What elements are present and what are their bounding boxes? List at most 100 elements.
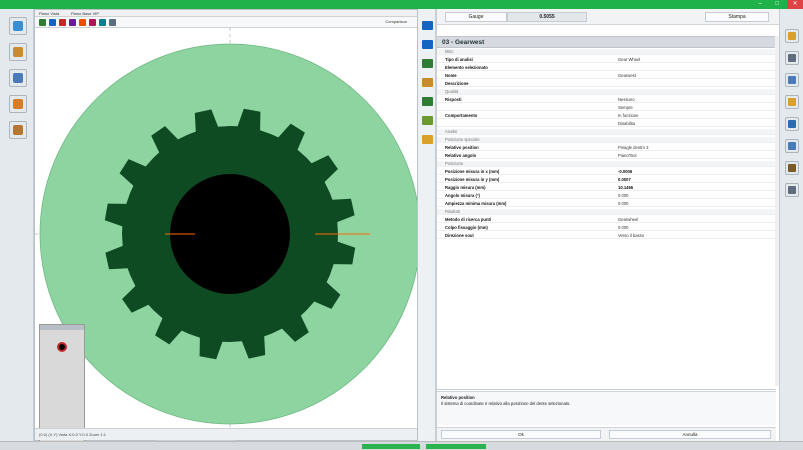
property-value[interactable]: 10.1466 (618, 185, 633, 191)
property-row[interactable]: Comportamento In funzione (437, 113, 776, 119)
description-title: Relativo position (441, 395, 475, 400)
property-row[interactable]: Raggio misura (mm) 10.1466 (437, 185, 776, 191)
arrow-right-icon[interactable] (422, 21, 433, 30)
taskbar-item[interactable] (362, 444, 420, 449)
property-value[interactable]: Sempre (618, 105, 633, 111)
folder-open-icon-glyph (788, 98, 796, 106)
bar-icon[interactable] (422, 116, 433, 125)
property-row[interactable]: Ampiezza minima misura (mm) 0.000 (437, 201, 776, 207)
arrow-left-icon[interactable] (422, 40, 433, 49)
folder-open-icon[interactable] (785, 95, 799, 109)
property-value[interactable]: Nessuno (618, 97, 635, 103)
tab-piano-base[interactable]: Piano Base VIP (71, 11, 99, 16)
folder-icon[interactable] (422, 135, 433, 144)
scatter-icon-glyph (788, 142, 796, 150)
property-row[interactable]: Elemento selezionato (437, 65, 776, 71)
property-row[interactable]: Sempre (437, 105, 776, 111)
gear-canvas[interactable] (35, 28, 421, 442)
property-group[interactable]: Risultati (437, 209, 776, 215)
tab-piano-vista[interactable]: Piano Vista (39, 11, 59, 16)
property-row[interactable]: Descrizione (437, 81, 776, 87)
home-icon[interactable] (39, 19, 46, 26)
property-row[interactable]: Direzione soul Verso il basso (437, 233, 776, 239)
property-group-label: Risultati (445, 209, 460, 214)
measure-icon[interactable] (99, 19, 106, 26)
target-icon[interactable] (422, 78, 433, 87)
property-label: Relativo angolo (445, 153, 477, 158)
property-label: Tipo di analisi (445, 57, 473, 62)
save-icon[interactable] (785, 117, 799, 131)
viewer-status-bar: (0.0) (X,Y) Vista X:0.0 Y:0.0 Zoom 1:1 (35, 428, 417, 440)
curve-icon[interactable] (422, 59, 433, 68)
property-value[interactable]: Gearwheel (618, 217, 638, 223)
property-group[interactable]: Analisi (437, 129, 776, 135)
property-value[interactable]: Verso il basso (618, 233, 644, 239)
property-group[interactable]: Qualità (437, 89, 776, 95)
property-value[interactable]: PianoTool (618, 153, 636, 159)
close-button[interactable]: ✕ (787, 0, 803, 9)
property-row[interactable]: Metodo di ricerca punti Gearwheel (437, 217, 776, 223)
tree-icon-glyph (13, 99, 23, 109)
thumbnail-header (40, 325, 84, 330)
property-group[interactable]: Posizione (437, 161, 776, 167)
property-row[interactable]: Relativo angolo PianoTool (437, 153, 776, 159)
cancel-button[interactable]: Annulla (609, 430, 771, 439)
tree-icon[interactable] (9, 95, 27, 113)
tool-window-label[interactable]: Comparison (385, 19, 407, 24)
property-row[interactable]: Disabilita (437, 121, 776, 127)
ok-button[interactable]: Ok (441, 430, 601, 439)
diagram-icon[interactable] (785, 73, 799, 87)
wrench-icon[interactable] (785, 183, 799, 197)
thumbnail-navigator[interactable] (39, 324, 85, 442)
maximize-button[interactable]: □ (769, 0, 785, 9)
picture-icon[interactable] (9, 17, 27, 35)
property-row[interactable]: Nome Gearwest (437, 73, 776, 79)
printer-icon[interactable] (785, 51, 799, 65)
layers-icon[interactable] (9, 121, 27, 139)
property-value[interactable]: 0.000 (618, 193, 628, 199)
gauge-label[interactable]: Gauge (445, 12, 507, 22)
gauge-value: 0.5055 (507, 12, 587, 22)
taskbar-item-active[interactable] (426, 444, 486, 449)
property-value[interactable]: 0.0007 (618, 177, 631, 183)
property-row[interactable]: Posizione misura in x (mm) -0.0006 (437, 169, 776, 175)
pan-icon[interactable] (59, 19, 66, 26)
property-value[interactable]: -0.0006 (618, 169, 632, 175)
prev-icon[interactable] (49, 19, 56, 26)
properties-button-bar: Ok Annulla (437, 427, 776, 441)
property-value[interactable]: Disabilita (618, 121, 635, 127)
property-row[interactable]: Angolo misura (°) 0.000 (437, 193, 776, 199)
shield-icon[interactable] (785, 29, 799, 43)
property-value[interactable]: 0.000 (618, 225, 628, 231)
probe-icon[interactable] (9, 43, 27, 61)
pen-icon[interactable] (89, 19, 96, 26)
image-frame-icon[interactable] (9, 69, 27, 87)
property-value[interactable]: 0.000 (618, 201, 628, 207)
left-toolbar (0, 9, 34, 441)
zoom-icon[interactable] (69, 19, 76, 26)
property-label: Nome (445, 73, 457, 78)
property-group[interactable]: Misc (437, 49, 776, 55)
property-row[interactable]: Relativo position Pinagle dentro 3 (437, 145, 776, 151)
properties-splitter[interactable] (437, 389, 776, 390)
property-label: Elemento selezionato (445, 65, 488, 70)
property-value[interactable]: Gearwest (618, 73, 636, 79)
point-icon[interactable] (79, 19, 86, 26)
scatter-icon[interactable] (785, 139, 799, 153)
property-row[interactable]: Posizione misura in y (mm) 0.0007 (437, 177, 776, 183)
property-row[interactable]: Risposti Nessuno (437, 97, 776, 103)
property-label: Posizione misura in x (mm) (445, 169, 500, 174)
property-value[interactable]: Gear Wheel (618, 57, 640, 63)
minimize-button[interactable]: – (752, 0, 768, 9)
refresh-icon[interactable] (422, 97, 433, 106)
table-icon[interactable] (109, 19, 116, 26)
property-group[interactable]: Posizione speciale (437, 137, 776, 143)
property-row[interactable]: Tipo di analisi Gear Wheel (437, 57, 776, 63)
property-row[interactable]: Colpo fissaggio (mm) 0.000 (437, 225, 776, 231)
property-label: Descrizione (445, 81, 469, 86)
print-button[interactable]: Stampa (705, 12, 769, 22)
layers-icon-glyph (13, 125, 23, 135)
property-value[interactable]: Pinagle dentro 3 (618, 145, 649, 151)
property-value[interactable]: In funzione (618, 113, 639, 119)
hand-icon[interactable] (785, 161, 799, 175)
